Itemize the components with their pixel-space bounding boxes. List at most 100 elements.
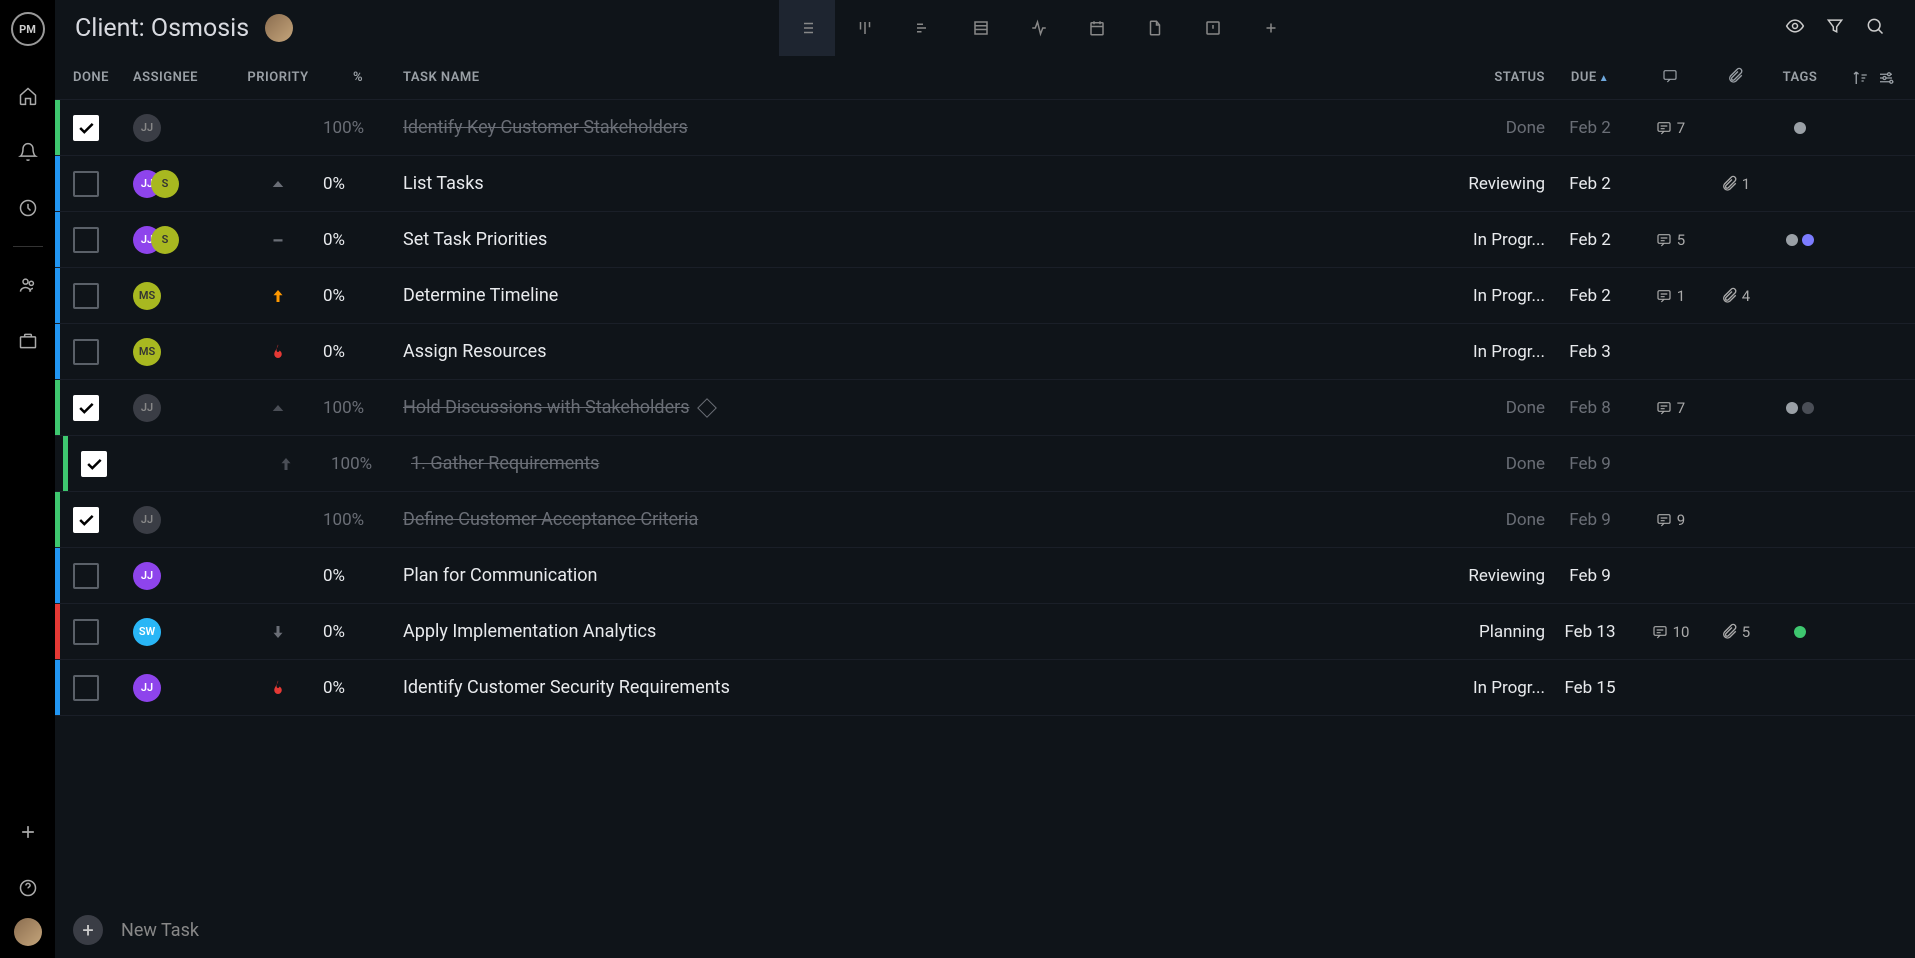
status-cell[interactable]: In Progr... (1435, 286, 1545, 306)
tags-cell[interactable] (1765, 626, 1835, 638)
task-row[interactable]: JJ 100% Hold Discussions with Stakeholde… (55, 380, 1915, 436)
assignee-avatar[interactable]: MS (133, 282, 161, 310)
task-name[interactable]: Set Task Priorities (393, 229, 1435, 250)
done-checkbox[interactable] (73, 619, 99, 645)
task-row[interactable]: JJ 0% Identify Customer Security Require… (55, 660, 1915, 716)
priority-cell[interactable] (233, 623, 323, 641)
col-status[interactable]: STATUS (1435, 70, 1545, 85)
done-checkbox[interactable] (73, 339, 99, 365)
done-checkbox[interactable] (73, 395, 99, 421)
done-checkbox[interactable] (73, 283, 99, 309)
done-checkbox[interactable] (73, 227, 99, 253)
due-cell[interactable]: Feb 9 (1545, 566, 1635, 586)
assignee-avatar[interactable]: S (151, 226, 179, 254)
assignee-avatar[interactable]: SW (133, 618, 161, 646)
add-task-button[interactable]: + (73, 915, 103, 945)
assignee-avatar[interactable]: JJ (133, 562, 161, 590)
user-avatar[interactable] (14, 918, 42, 946)
status-cell[interactable]: Done (1435, 454, 1545, 474)
board-view-tab[interactable] (837, 0, 893, 56)
task-row[interactable]: SW 0% Apply Implementation Analytics Pla… (55, 604, 1915, 660)
done-checkbox[interactable] (73, 115, 99, 141)
task-name[interactable]: Define Customer Acceptance Criteria (393, 509, 1435, 530)
priority-cell[interactable] (233, 287, 323, 305)
search-icon[interactable] (1865, 16, 1885, 40)
files-view-tab[interactable] (1127, 0, 1183, 56)
attachments-cell[interactable]: 5 (1705, 623, 1765, 641)
activity-view-tab[interactable] (1011, 0, 1067, 56)
task-row[interactable]: JJ 0% Plan for Communication Reviewing F… (55, 548, 1915, 604)
due-cell[interactable]: Feb 9 (1545, 510, 1635, 530)
task-row[interactable]: 100% 1. Gather Requirements Done Feb 9 (55, 436, 1915, 492)
status-cell[interactable]: Planning (1435, 622, 1545, 642)
attachments-cell[interactable]: 4 (1705, 287, 1765, 305)
assignee-avatar[interactable]: S (151, 170, 179, 198)
status-cell[interactable]: Reviewing (1435, 174, 1545, 194)
task-name[interactable]: Hold Discussions with Stakeholders (393, 397, 1435, 418)
due-cell[interactable]: Feb 2 (1545, 174, 1635, 194)
task-row[interactable]: JJ 100% Define Customer Acceptance Crite… (55, 492, 1915, 548)
assignee-avatar[interactable]: JJ (133, 506, 161, 534)
assignee-avatar[interactable]: MS (133, 338, 161, 366)
col-tags[interactable]: TAGS (1765, 70, 1835, 85)
assignee-avatar[interactable]: JJ (133, 674, 161, 702)
status-cell[interactable]: Done (1435, 398, 1545, 418)
notifications-icon[interactable] (8, 132, 48, 172)
col-name[interactable]: TASK NAME (393, 70, 1435, 85)
status-cell[interactable]: Done (1435, 118, 1545, 138)
assignee-avatar[interactable]: JJ (133, 114, 161, 142)
task-name[interactable]: Identify Key Customer Stakeholders (393, 117, 1435, 138)
add-icon[interactable] (8, 812, 48, 852)
task-name[interactable]: List Tasks (393, 173, 1435, 194)
sort-icon[interactable] (1851, 69, 1869, 87)
new-task-row[interactable]: + New Task (55, 902, 1915, 958)
tag-dot[interactable] (1794, 626, 1806, 638)
task-row[interactable]: JJ 100% Identify Key Customer Stakeholde… (55, 100, 1915, 156)
priority-cell[interactable] (233, 175, 323, 193)
done-checkbox[interactable] (73, 675, 99, 701)
col-percent[interactable]: % (323, 70, 393, 85)
done-checkbox[interactable] (73, 507, 99, 533)
done-checkbox[interactable] (73, 171, 99, 197)
priority-cell[interactable] (233, 399, 323, 417)
risk-view-tab[interactable] (1185, 0, 1241, 56)
status-cell[interactable]: In Progr... (1435, 342, 1545, 362)
priority-cell[interactable] (233, 679, 323, 697)
sheet-view-tab[interactable] (953, 0, 1009, 56)
comments-cell[interactable]: 10 (1635, 623, 1705, 641)
due-cell[interactable]: Feb 2 (1545, 286, 1635, 306)
watch-icon[interactable] (1785, 16, 1805, 40)
priority-cell[interactable] (241, 455, 331, 473)
task-name[interactable]: Assign Resources (393, 341, 1435, 362)
col-priority[interactable]: PRIORITY (233, 70, 323, 85)
status-cell[interactable]: Reviewing (1435, 566, 1545, 586)
col-comments[interactable] (1635, 68, 1705, 88)
due-cell[interactable]: Feb 3 (1545, 342, 1635, 362)
col-done[interactable]: DONE (73, 70, 133, 85)
priority-cell[interactable] (233, 231, 323, 249)
col-assignee[interactable]: ASSIGNEE (133, 70, 233, 85)
filter-icon[interactable] (1825, 16, 1845, 40)
done-checkbox[interactable] (81, 451, 107, 477)
task-row[interactable]: JJS 0% Set Task Priorities In Progr... F… (55, 212, 1915, 268)
home-icon[interactable] (8, 76, 48, 116)
task-row[interactable]: JJS 0% List Tasks Reviewing Feb 2 1 (55, 156, 1915, 212)
page-title[interactable]: Client: Osmosis (75, 14, 249, 43)
due-cell[interactable]: Feb 15 (1545, 678, 1635, 698)
due-cell[interactable]: Feb 2 (1545, 118, 1635, 138)
status-cell[interactable]: In Progr... (1435, 678, 1545, 698)
project-avatar[interactable] (265, 14, 293, 42)
add-view-tab[interactable] (1243, 0, 1299, 56)
tag-dot[interactable] (1786, 234, 1798, 246)
task-name[interactable]: 1. Gather Requirements (401, 453, 1435, 474)
assignee-avatar[interactable]: JJ (133, 394, 161, 422)
task-row[interactable]: MS 0% Determine Timeline In Progr... Feb… (55, 268, 1915, 324)
settings-icon[interactable] (1877, 69, 1895, 87)
col-due[interactable]: DUE▲ (1545, 70, 1635, 85)
team-icon[interactable] (8, 265, 48, 305)
tags-cell[interactable] (1765, 122, 1835, 134)
app-logo[interactable]: PM (11, 12, 45, 46)
tag-dot[interactable] (1794, 122, 1806, 134)
due-cell[interactable]: Feb 8 (1545, 398, 1635, 418)
attachments-cell[interactable]: 1 (1705, 175, 1765, 193)
